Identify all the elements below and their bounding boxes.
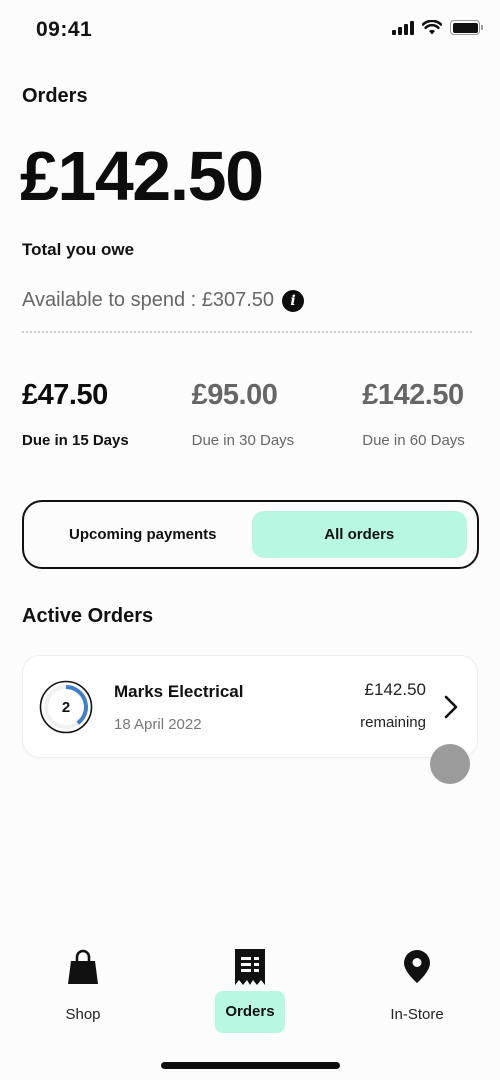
order-card[interactable]: 2 Marks Electrical 18 April 2022 £142.50… xyxy=(22,655,478,758)
due-item-15-days[interactable]: £47.50 Due in 15 Days xyxy=(22,379,192,449)
active-orders-title: Active Orders xyxy=(22,605,154,627)
nav-item-in-store[interactable]: In-Store xyxy=(357,945,477,1030)
nav-label: Orders xyxy=(215,991,285,1033)
status-icons xyxy=(392,20,483,35)
nav-label: In-Store xyxy=(390,1006,444,1023)
total-owed-amount: £142.50 xyxy=(20,137,264,215)
order-remaining-amount: £142.50 xyxy=(364,680,426,699)
location-pin-icon xyxy=(399,945,435,985)
due-amount: £47.50 xyxy=(22,379,108,411)
nav-label: Shop xyxy=(65,1006,101,1023)
chevron-right-icon xyxy=(444,695,458,719)
order-remaining-label: remaining xyxy=(360,714,426,731)
due-label: Due in 30 Days xyxy=(191,431,295,449)
due-item-30-days[interactable]: £95.00 Due in 30 Days xyxy=(191,379,363,449)
info-icon[interactable]: i xyxy=(282,289,305,312)
shopping-bag-icon xyxy=(65,945,101,985)
cellular-signal-icon xyxy=(392,20,414,35)
installment-number: 2 xyxy=(61,698,71,716)
total-owed-label: Total you owe xyxy=(22,240,135,259)
dotted-divider xyxy=(22,331,472,333)
tab-upcoming-payments[interactable]: Upcoming payments xyxy=(34,511,252,558)
due-amount: £142.50 xyxy=(362,379,464,411)
available-to-spend: Available to spend : £307.50 i xyxy=(22,289,305,312)
due-item-60-days[interactable]: £142.50 Due in 60 Days xyxy=(362,379,482,449)
battery-icon xyxy=(450,20,483,35)
available-to-spend-text: Available to spend : £307.50 xyxy=(22,289,275,311)
orders-screen: 09:41 Orders £142.50 Total you owe Avail… xyxy=(0,0,500,1080)
merchant-name: Marks Electrical xyxy=(114,682,244,701)
touch-indicator xyxy=(430,744,470,784)
order-date: 18 April 2022 xyxy=(114,716,202,733)
due-label: Due in 15 Days xyxy=(22,431,129,449)
tab-all-orders[interactable]: All orders xyxy=(251,511,467,558)
page-title: Orders xyxy=(22,85,88,107)
home-indicator xyxy=(161,1062,340,1069)
due-summary: £47.50 Due in 15 Days £95.00 Due in 30 D… xyxy=(22,379,482,449)
nav-item-shop[interactable]: Shop xyxy=(23,945,143,1030)
due-label: Due in 60 Days xyxy=(362,431,465,449)
orders-view-toggle: Upcoming payments All orders xyxy=(22,500,479,569)
bottom-nav: Shop Orders In-Store xyxy=(0,945,500,1035)
status-bar: 09:41 xyxy=(0,0,500,60)
wifi-icon xyxy=(422,20,442,35)
due-amount: £95.00 xyxy=(191,379,278,411)
receipt-icon xyxy=(232,945,268,985)
nav-item-orders[interactable]: Orders xyxy=(190,945,310,1033)
status-time: 09:41 xyxy=(36,18,93,41)
